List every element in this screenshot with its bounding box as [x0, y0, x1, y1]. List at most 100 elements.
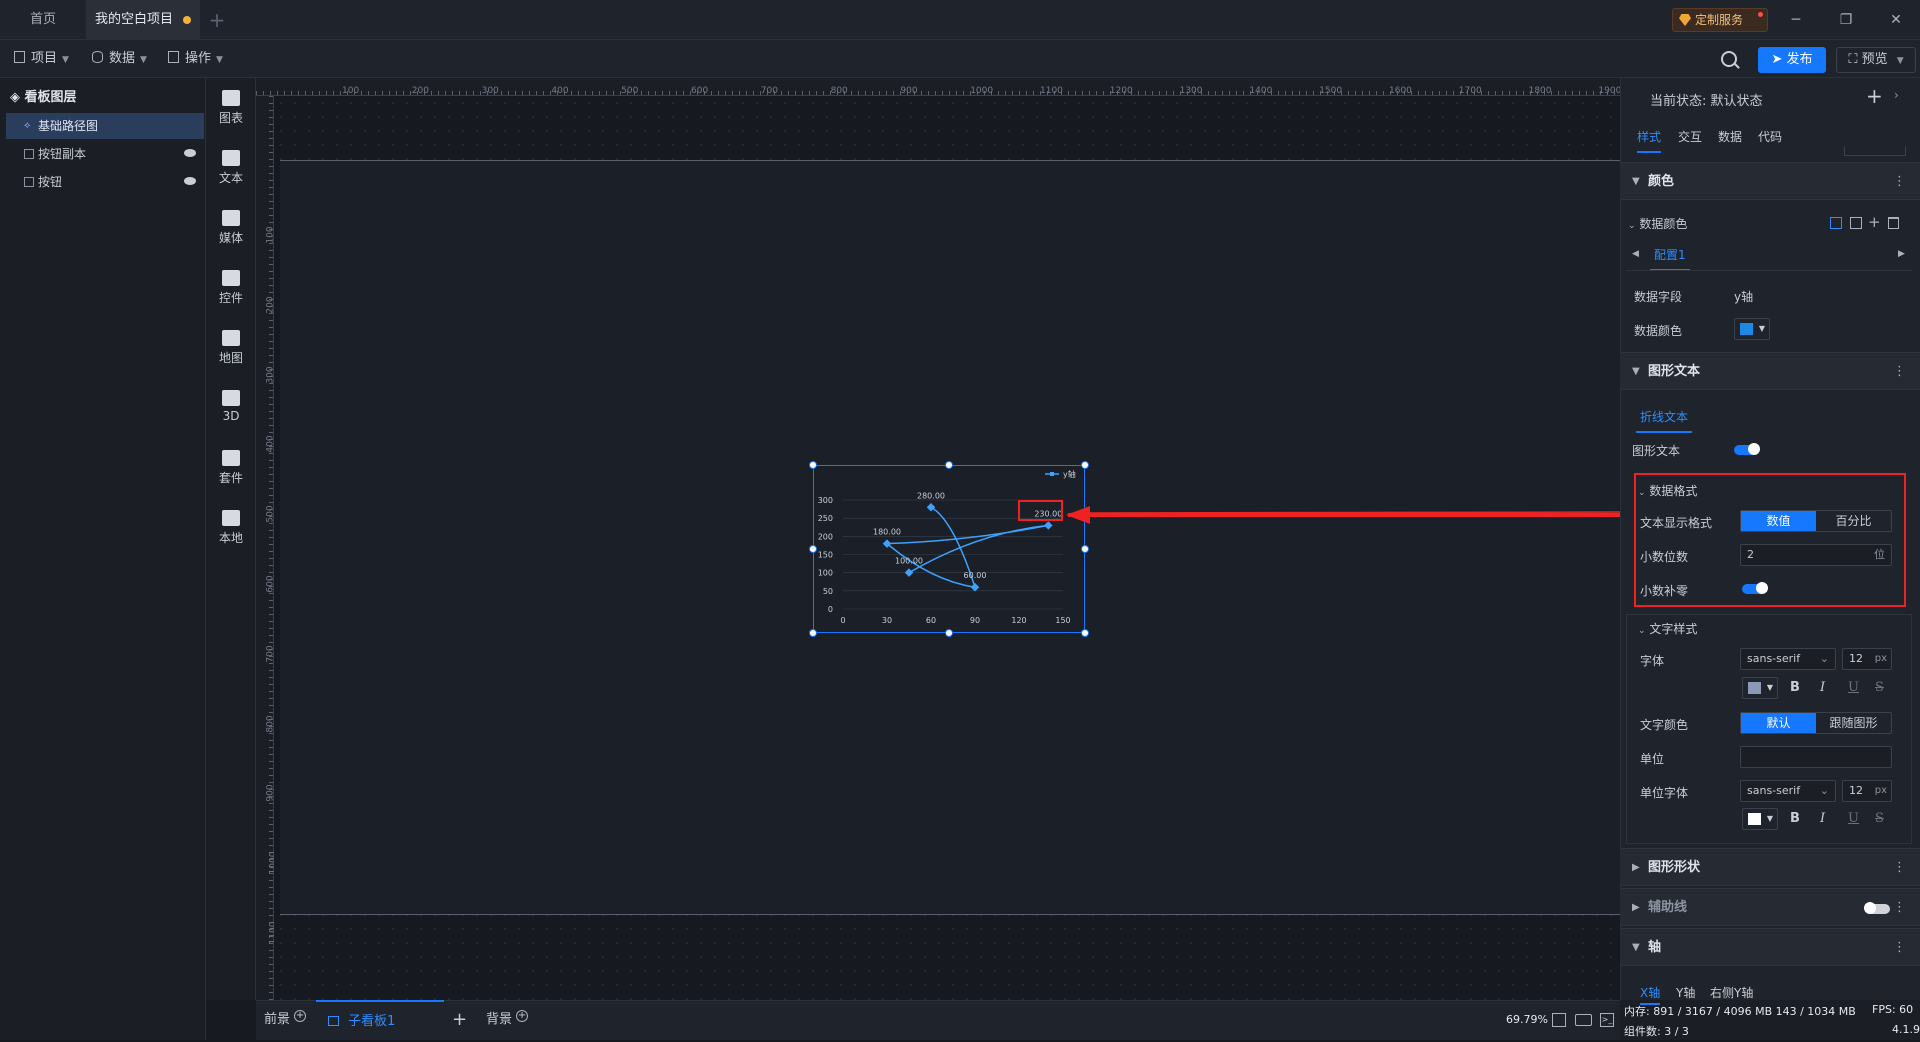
- zoom-level[interactable]: 69.79%: [1506, 1010, 1548, 1030]
- resize-handle[interactable]: [809, 461, 817, 469]
- menu-data[interactable]: 数据 ▼: [92, 49, 147, 69]
- component-map[interactable]: 地图: [206, 330, 256, 366]
- unit-input[interactable]: [1740, 746, 1892, 768]
- format-percent-option[interactable]: 百分比: [1816, 511, 1891, 531]
- foreground-tab[interactable]: 前景 +: [264, 1010, 307, 1030]
- component-kit[interactable]: 套件: [206, 450, 256, 486]
- italic-icon[interactable]: I: [1820, 680, 1825, 695]
- close-button[interactable]: ✕: [1876, 8, 1916, 32]
- background-tab[interactable]: 背景 +: [486, 1010, 529, 1030]
- menu-project[interactable]: 项目 ▼: [14, 49, 69, 69]
- format-value-option[interactable]: 数值: [1741, 511, 1816, 531]
- strikethrough-icon[interactable]: S: [1875, 811, 1884, 826]
- add-circle-icon[interactable]: +: [294, 1010, 307, 1022]
- add-circle-icon[interactable]: +: [516, 1010, 529, 1022]
- resize-handle[interactable]: [809, 629, 817, 637]
- strikethrough-icon[interactable]: S: [1875, 680, 1884, 695]
- component-chart[interactable]: 图表: [206, 90, 256, 126]
- text-color-default-option[interactable]: 默认: [1741, 713, 1816, 733]
- config-tab[interactable]: 配置1: [1650, 246, 1690, 271]
- more-icon[interactable]: ⋮: [1893, 889, 1906, 927]
- caret-right-icon[interactable]: ▶: [1898, 249, 1905, 259]
- add-state-button[interactable]: +: [1866, 84, 1883, 108]
- text-color-segment[interactable]: 默认 跟随图形: [1740, 712, 1892, 734]
- axis-tab-x[interactable]: X轴: [1640, 984, 1661, 1005]
- axis-tab-y[interactable]: Y轴: [1676, 984, 1695, 1001]
- trash-icon[interactable]: [1888, 217, 1899, 229]
- text-format-segment[interactable]: 数值 百分比: [1740, 510, 1892, 532]
- data-color-group[interactable]: ⌄ 数据颜色: [1628, 215, 1687, 232]
- hidden-eye-icon[interactable]: [184, 177, 196, 185]
- terminal-icon[interactable]: >_: [1600, 1013, 1614, 1027]
- component-text[interactable]: 文本: [206, 150, 256, 186]
- font-select[interactable]: sans-serif ⌄: [1740, 648, 1836, 670]
- add-board-button[interactable]: +: [452, 1010, 467, 1030]
- layout-icon[interactable]: [1830, 217, 1842, 229]
- selection-box[interactable]: [813, 465, 1085, 633]
- guide-line-toggle[interactable]: [1864, 902, 1890, 914]
- section-axis[interactable]: ▼ 轴 ⋮: [1620, 928, 1920, 966]
- section-color[interactable]: ▼ 颜色 ⋮: [1620, 162, 1920, 200]
- bold-icon[interactable]: B: [1790, 680, 1800, 695]
- unit-font-select[interactable]: sans-serif ⌄: [1740, 780, 1836, 802]
- tab-home[interactable]: 首页: [0, 0, 86, 40]
- section-shape[interactable]: ▶ 图形形状 ⋮: [1620, 848, 1920, 886]
- tab-interaction[interactable]: 交互: [1678, 128, 1702, 145]
- shape-text-toggle[interactable]: [1734, 443, 1760, 455]
- custom-service-button[interactable]: 定制服务: [1672, 8, 1768, 32]
- tab-data[interactable]: 数据: [1718, 128, 1742, 145]
- more-icon[interactable]: ⋮: [1893, 929, 1906, 967]
- layer-item[interactable]: 按钮副本: [6, 141, 204, 167]
- menu-operation[interactable]: 操作 ▼: [168, 49, 223, 69]
- data-format-group[interactable]: ⌄ 数据格式: [1638, 482, 1697, 499]
- preview-button[interactable]: ⛶ 预览 ▼: [1836, 47, 1916, 73]
- resize-handle[interactable]: [945, 629, 953, 637]
- resize-handle[interactable]: [1081, 545, 1089, 553]
- component-control[interactable]: 控件: [206, 270, 256, 306]
- resize-handle[interactable]: [1081, 461, 1089, 469]
- font-color-picker[interactable]: ▼: [1742, 677, 1778, 699]
- new-tab-button[interactable]: +: [205, 8, 229, 32]
- bold-icon[interactable]: B: [1790, 811, 1800, 826]
- publish-button[interactable]: ➤ 发布: [1758, 47, 1826, 73]
- subboard-tab[interactable]: 子看板1: [316, 1000, 444, 1040]
- unit-font-size-input[interactable]: 12 px: [1842, 780, 1892, 802]
- hidden-eye-icon[interactable]: [184, 149, 196, 157]
- component-local[interactable]: 本地: [206, 510, 256, 546]
- fit-screen-icon[interactable]: [1552, 1013, 1566, 1027]
- tab-code[interactable]: 代码: [1758, 128, 1782, 145]
- text-color-follow-option[interactable]: 跟随图形: [1816, 713, 1891, 733]
- resize-handle[interactable]: [945, 461, 953, 469]
- restore-button[interactable]: ❐: [1826, 8, 1866, 32]
- more-icon[interactable]: ⋮: [1893, 849, 1906, 887]
- axis-tab-right-y[interactable]: 右侧Y轴: [1710, 984, 1753, 1001]
- caret-left-icon[interactable]: ◀: [1632, 249, 1639, 259]
- decimals-input[interactable]: 2位: [1740, 544, 1892, 566]
- underline-icon[interactable]: U: [1848, 680, 1859, 695]
- layer-item[interactable]: ⟡ 基础路径图: [6, 113, 204, 139]
- font-size-input[interactable]: 12 px: [1842, 648, 1892, 670]
- text-style-group[interactable]: ⌄ 文字样式: [1638, 620, 1697, 637]
- layer-item[interactable]: 按钮: [6, 169, 204, 195]
- tab-style[interactable]: 样式: [1637, 128, 1662, 153]
- more-icon[interactable]: ⋮: [1893, 353, 1906, 391]
- resize-handle[interactable]: [809, 545, 817, 553]
- minimize-button[interactable]: ─: [1776, 8, 1816, 32]
- underline-icon[interactable]: U: [1848, 811, 1859, 826]
- zero-pad-toggle[interactable]: [1742, 582, 1768, 594]
- polyline-text-tab[interactable]: 折线文本: [1636, 408, 1693, 433]
- tab-project[interactable]: 我的空白项目: [86, 0, 200, 40]
- resize-handle[interactable]: [1081, 629, 1089, 637]
- add-icon[interactable]: +: [1868, 213, 1881, 231]
- data-color-picker[interactable]: ▼: [1734, 318, 1770, 340]
- grid-icon[interactable]: [1850, 217, 1862, 229]
- component-3d[interactable]: 3D: [206, 390, 256, 423]
- unit-font-color-picker[interactable]: ▼: [1742, 808, 1778, 830]
- component-media[interactable]: 媒体: [206, 210, 256, 246]
- section-shape-text[interactable]: ▼ 图形文本 ⋮: [1620, 352, 1920, 390]
- search-icon[interactable]: [1721, 51, 1737, 67]
- keyboard-icon[interactable]: [1575, 1014, 1592, 1026]
- more-icon[interactable]: ⋮: [1893, 163, 1906, 201]
- chevron-right-icon[interactable]: ›: [1894, 88, 1899, 102]
- italic-icon[interactable]: I: [1820, 811, 1825, 826]
